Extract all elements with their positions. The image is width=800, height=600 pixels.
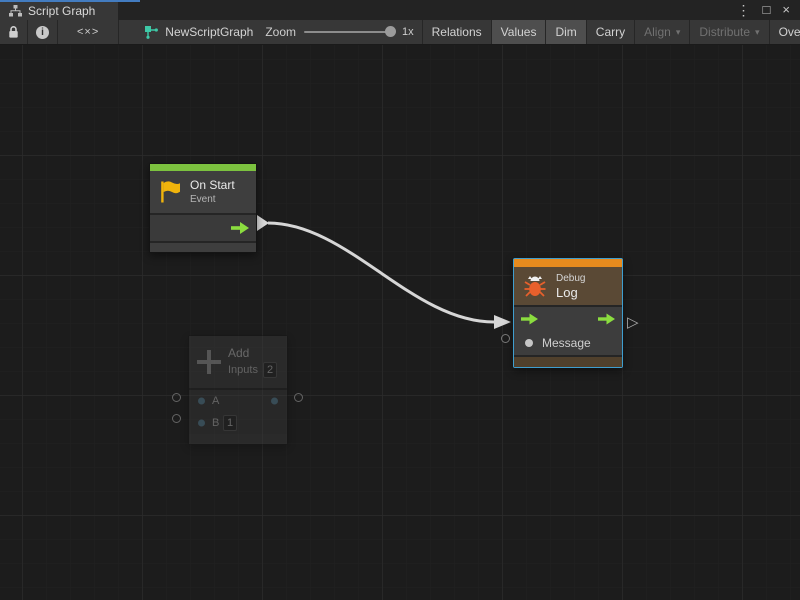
chevron-down-icon: ▾: [755, 27, 760, 38]
control-input-arrow-icon[interactable]: [521, 314, 538, 325]
debug-log-title: Log: [556, 285, 585, 300]
on-start-control-row: [150, 215, 256, 241]
port-b-label: B: [212, 417, 219, 429]
script-graph-asset-icon: [145, 26, 158, 39]
plus-icon: [197, 350, 221, 374]
graph-hierarchy-icon: [9, 5, 22, 17]
overview-label: Overview: [779, 25, 800, 39]
info-icon: i: [36, 26, 49, 39]
relations-label: Relations: [432, 25, 482, 39]
node-on-start[interactable]: On Start Event: [149, 163, 257, 253]
node-add[interactable]: Add Inputs 2 A B 1: [188, 335, 288, 445]
align-label: Align: [644, 25, 671, 39]
debug-log-message-row: Message: [514, 331, 622, 355]
flag-icon: [158, 179, 182, 205]
message-input-port[interactable]: [525, 339, 533, 347]
dim-button[interactable]: Dim: [546, 20, 585, 44]
graph-toolbar: i <×> NewScriptGraph Zoom 1x Rela: [0, 20, 800, 45]
add-title: Add: [228, 346, 277, 360]
carry-label: Carry: [596, 25, 625, 39]
debug-log-category: Debug: [556, 272, 585, 285]
relations-button[interactable]: Relations: [423, 20, 491, 44]
graph-canvas[interactable]: On Start Event: [0, 45, 800, 600]
port-b-value-field[interactable]: 1: [223, 415, 237, 431]
add-port-row-b: B 1: [189, 412, 287, 434]
dim-label: Dim: [555, 25, 576, 39]
add-footer: [189, 434, 287, 444]
bug-icon: [522, 273, 548, 299]
zoom-label: Zoom: [265, 25, 296, 39]
add-inputs-count-field[interactable]: 2: [263, 362, 277, 378]
tab-bar: Script Graph ⋮ □ ×: [0, 0, 800, 20]
zoom-control: Zoom 1x: [265, 20, 421, 44]
distribute-dropdown[interactable]: Distribute ▾: [690, 20, 768, 44]
script-graph-window: Script Graph ⋮ □ × i <×>: [0, 0, 800, 600]
add-a-external-port-circle[interactable]: [172, 393, 181, 402]
tab-title: Script Graph: [28, 4, 95, 18]
graph-name-label: NewScriptGraph: [165, 25, 253, 39]
add-inputs-label: Inputs: [228, 364, 258, 376]
maximize-icon[interactable]: □: [763, 0, 771, 20]
chevron-down-icon: ▾: [676, 27, 681, 38]
on-start-subtitle: Event: [190, 193, 235, 206]
sum-output-port[interactable]: [271, 398, 278, 405]
lock-button[interactable]: [0, 20, 27, 44]
debug-log-header[interactable]: Debug Log: [514, 267, 622, 305]
add-output-external-port-circle[interactable]: [294, 393, 303, 402]
values-button[interactable]: Values: [492, 20, 546, 44]
control-output-arrow-icon[interactable]: [598, 314, 615, 325]
control-output-arrow-icon[interactable]: [231, 222, 249, 234]
align-dropdown[interactable]: Align ▾: [635, 20, 689, 44]
add-port-row-a: A: [189, 390, 287, 412]
add-header[interactable]: Add Inputs 2: [189, 336, 287, 388]
debug-log-control-row: [514, 307, 622, 331]
window-menu-icon[interactable]: ⋮: [737, 0, 751, 20]
message-port-label: Message: [542, 336, 591, 350]
add-b-external-port-circle[interactable]: [172, 414, 181, 423]
control-output-external-triangle[interactable]: ▷: [627, 315, 639, 330]
distribute-label: Distribute: [699, 25, 750, 39]
debug-log-accent-bar: [514, 259, 622, 267]
node-debug-log[interactable]: Debug Log Message: [513, 258, 623, 368]
grid-major: [0, 45, 800, 600]
info-button[interactable]: i: [28, 20, 57, 44]
on-start-footer: [150, 243, 256, 252]
on-start-header[interactable]: On Start Event: [150, 171, 256, 213]
window-controls: ⋮ □ ×: [737, 0, 800, 20]
zoom-slider-thumb[interactable]: [385, 26, 396, 37]
on-start-accent-bar: [150, 164, 256, 171]
debug-log-footer: [514, 357, 622, 367]
tab-script-graph[interactable]: Script Graph: [0, 2, 118, 20]
port-b-input[interactable]: [198, 420, 205, 427]
port-a-label: A: [212, 395, 219, 407]
carry-button[interactable]: Carry: [587, 20, 634, 44]
code-icon: <×>: [67, 26, 109, 38]
close-icon[interactable]: ×: [782, 0, 790, 20]
values-label: Values: [501, 25, 537, 39]
graph-name-section[interactable]: NewScriptGraph: [119, 20, 265, 44]
zoom-value: 1x: [402, 26, 414, 38]
port-a-input[interactable]: [198, 398, 205, 405]
grid-and-wire-layer: [0, 45, 800, 600]
lock-icon: [8, 25, 19, 39]
overview-button[interactable]: Overview: [770, 20, 800, 44]
on-start-title: On Start: [190, 178, 235, 193]
edit-script-button[interactable]: <×>: [58, 20, 118, 44]
zoom-slider[interactable]: [304, 31, 394, 33]
message-external-port-circle[interactable]: [501, 334, 510, 343]
